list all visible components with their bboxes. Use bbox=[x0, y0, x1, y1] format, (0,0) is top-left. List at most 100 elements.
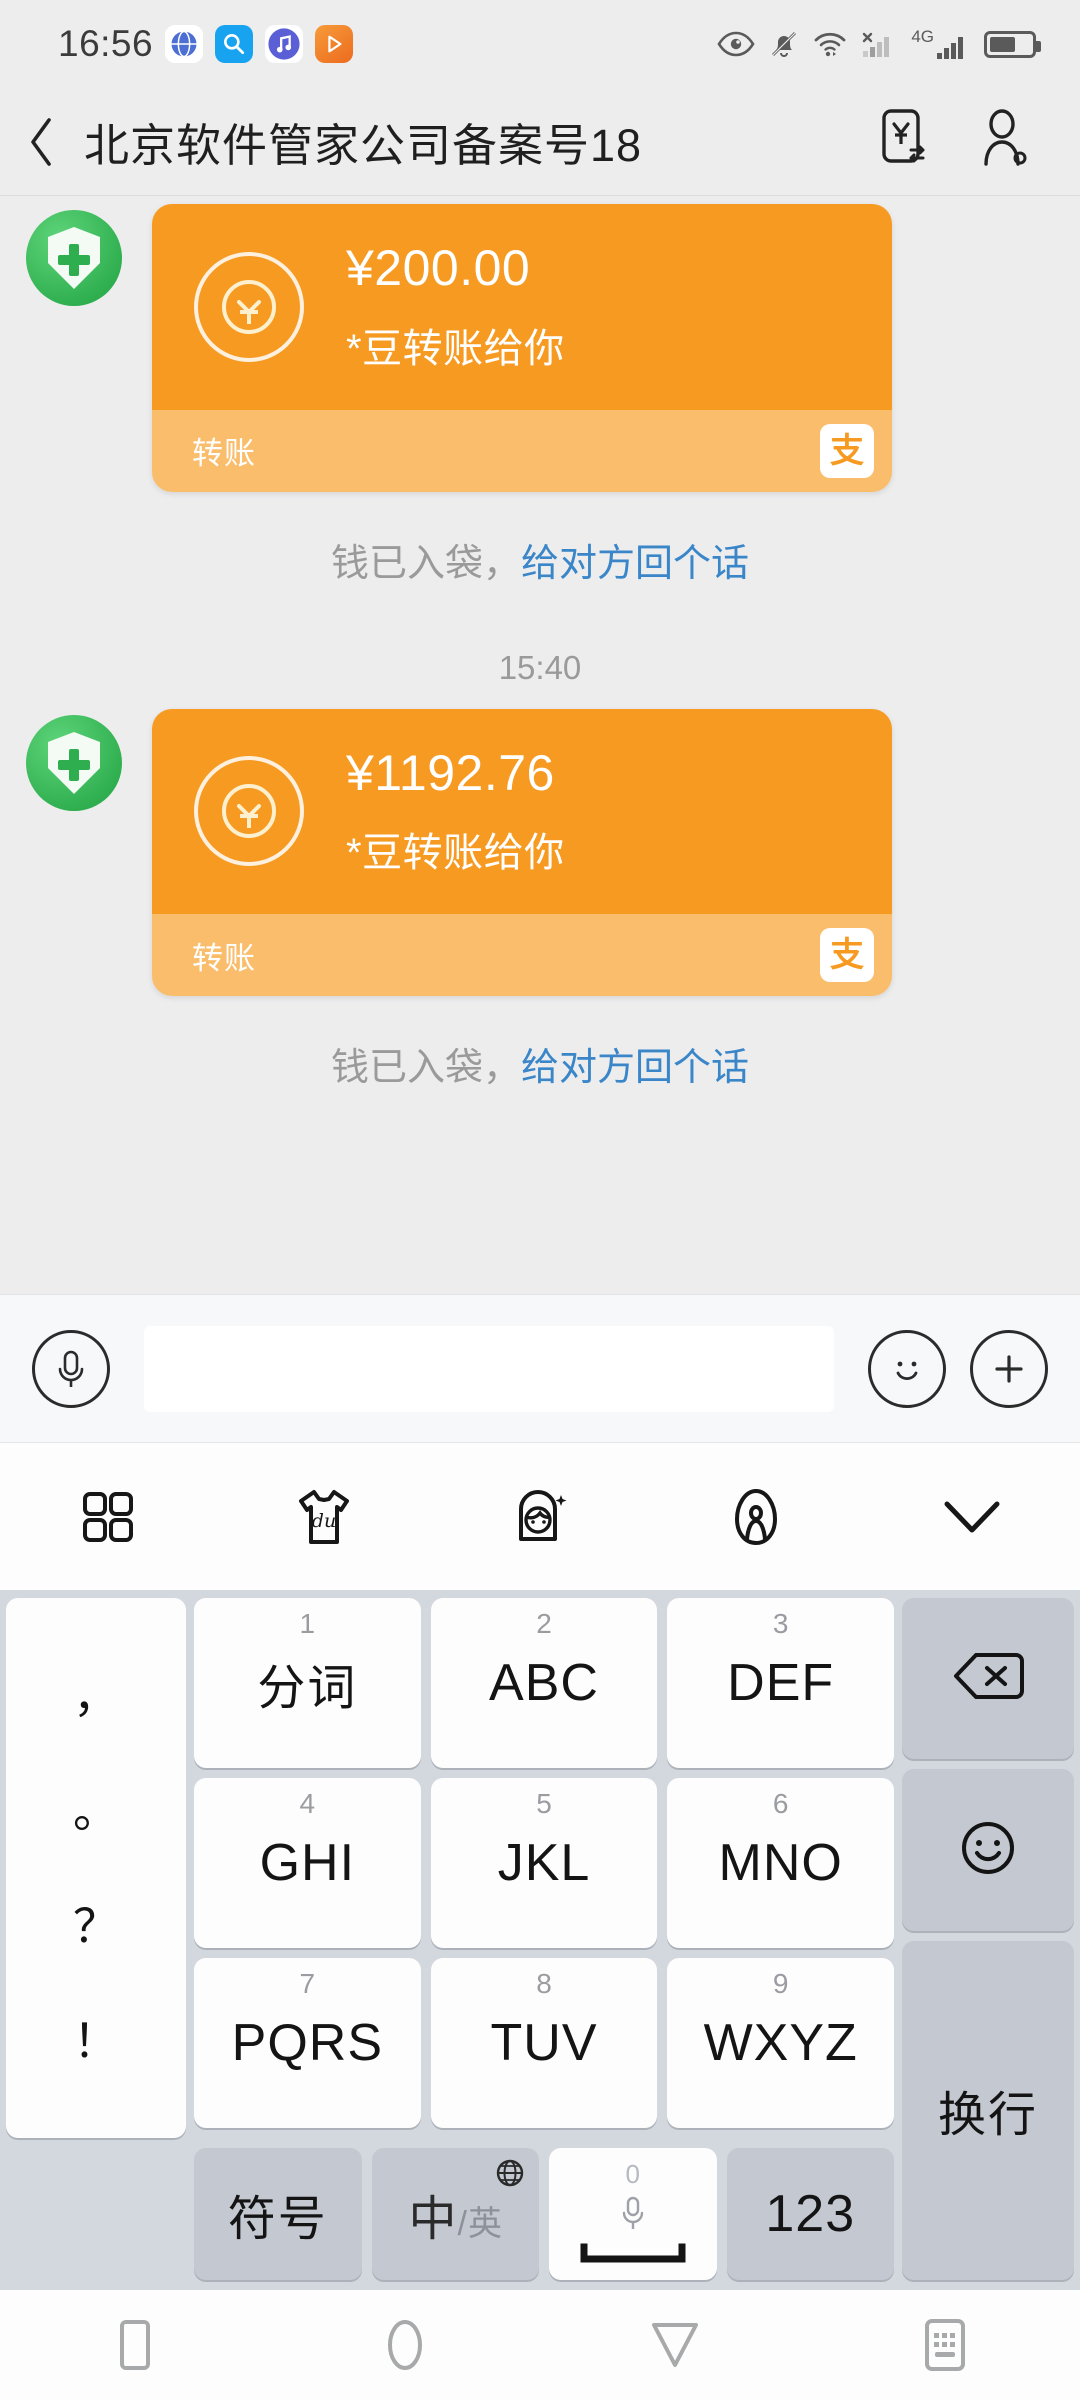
key-6[interactable]: 6 MNO bbox=[667, 1778, 895, 1948]
key-1[interactable]: 1 分词 bbox=[194, 1598, 421, 1768]
status-bar-right: 4G bbox=[717, 27, 1080, 61]
transfer-type-label: 转账 bbox=[192, 940, 256, 976]
key-number: 6 bbox=[772, 1788, 789, 1819]
key-3[interactable]: 3 DEF bbox=[667, 1598, 895, 1768]
language-cn: 中 bbox=[408, 2193, 457, 2246]
microphone-icon bbox=[620, 2196, 646, 2237]
phone-screen: 16:56 4G 北京软件管家公司备案号18 ¥200.00 *豆转账给你 转账… bbox=[0, 0, 1080, 2400]
recents-square-icon[interactable] bbox=[0, 2317, 270, 2373]
green-shield-plus-avatar[interactable] bbox=[26, 210, 122, 306]
punct-period[interactable]: 。 bbox=[73, 1788, 119, 1834]
voice-input-button[interactable] bbox=[32, 1329, 110, 1408]
contact-profile-icon[interactable] bbox=[978, 108, 1028, 175]
alipay-badge-icon: 支 bbox=[820, 423, 874, 478]
language-toggle-key[interactable]: 中 / 英 bbox=[371, 2148, 539, 2280]
globe-icon bbox=[165, 25, 204, 63]
space-key[interactable]: 0 bbox=[549, 2148, 717, 2280]
space-bar-mark bbox=[578, 2243, 688, 2270]
backspace-key[interactable] bbox=[902, 1598, 1074, 1760]
transfer-card[interactable]: ¥1192.76 *豆转账给你 转账 支 bbox=[152, 708, 892, 996]
keyboard-row-3: 7 PQRS 8 TUV 9 WXYZ bbox=[194, 1958, 895, 2128]
globe-icon bbox=[495, 2158, 525, 2193]
key-number: 4 bbox=[299, 1788, 316, 1819]
status-bar-left: 16:56 bbox=[0, 23, 354, 65]
transfer-status-text: 钱已入袋， bbox=[330, 542, 521, 585]
message-text-input[interactable] bbox=[144, 1325, 834, 1412]
key-number: 2 bbox=[536, 1608, 552, 1639]
backspace-icon bbox=[952, 1650, 1024, 1707]
collapse-keyboard-chevron-icon[interactable] bbox=[864, 1496, 1080, 1538]
language-toggle-label: 中 / 英 bbox=[409, 2179, 502, 2249]
punct-comma[interactable]: ， bbox=[73, 1673, 119, 1719]
status-clock: 16:56 bbox=[58, 23, 154, 64]
key-label: TUV bbox=[490, 2014, 598, 2072]
chat-timestamp: 15:40 bbox=[498, 648, 582, 686]
video-icon bbox=[315, 25, 354, 63]
key-4[interactable]: 4 GHI bbox=[194, 1778, 421, 1948]
reply-link[interactable]: 给对方回个话 bbox=[521, 543, 749, 585]
key-label: JKL bbox=[497, 1834, 591, 1892]
transfer-status-line: 钱已入袋，给对方回个话 bbox=[0, 1036, 1080, 1091]
keyboard-icon[interactable] bbox=[810, 2318, 1080, 2372]
key-label: PQRS bbox=[231, 2014, 384, 2072]
sticker-avatar-icon[interactable] bbox=[432, 1487, 648, 1547]
transfer-card-texts: ¥1192.76 *豆转账给你 bbox=[346, 745, 565, 879]
transfer-status-line: 钱已入袋，给对方回个话 bbox=[0, 532, 1080, 587]
back-triangle-icon[interactable] bbox=[540, 2320, 810, 2370]
music-icon bbox=[265, 25, 304, 63]
title-bar-actions bbox=[880, 108, 1080, 175]
green-shield-plus-avatar[interactable] bbox=[26, 714, 122, 811]
emoji-button[interactable] bbox=[868, 1329, 946, 1408]
title-bar: 北京软件管家公司备案号18 bbox=[0, 88, 1080, 196]
message-row: ¥200.00 *豆转账给你 转账 支 bbox=[0, 204, 1080, 492]
transfer-card-body: ¥1192.76 *豆转账给你 bbox=[152, 708, 892, 914]
keyboard-bottom-row: 符号 中 / 英 0 123 bbox=[194, 2148, 894, 2280]
keyboard-right-column: 换行 bbox=[902, 1598, 1074, 2281]
punct-exclaim[interactable]: ！ bbox=[73, 2018, 119, 2064]
search-icon bbox=[215, 25, 254, 63]
keyboard-row-1: 1 分词 2 ABC 3 DEF bbox=[194, 1598, 895, 1768]
key-number: 9 bbox=[772, 1968, 789, 1999]
grid-apps-icon[interactable] bbox=[0, 1490, 216, 1544]
chat-message-list[interactable]: ¥200.00 *豆转账给你 转账 支 钱已入袋，给对方回个话 15:40 ¥1… bbox=[0, 196, 1080, 1294]
language-sep: / bbox=[457, 2205, 467, 2243]
t9-keyboard: ， 。 ？ ！ 1 分词 2 ABC 3 DEF 4 GHI 5 JKL 6 M… bbox=[0, 1590, 1080, 2290]
transfer-card[interactable]: ¥200.00 *豆转账给你 转账 支 bbox=[152, 204, 892, 492]
key-9[interactable]: 9 WXYZ bbox=[667, 1958, 895, 2128]
punct-question[interactable]: ？ bbox=[73, 1903, 119, 1949]
signal-4g-icon: 4G bbox=[911, 27, 970, 61]
du-skin-shirt-icon[interactable]: du bbox=[216, 1487, 432, 1547]
keyboard-row-2: 4 GHI 5 JKL 6 MNO bbox=[194, 1778, 895, 1948]
key-label: MNO bbox=[718, 1834, 843, 1892]
punctuation-key[interactable]: ， 。 ？ ！ bbox=[6, 1598, 186, 2138]
transfer-card-texts: ¥200.00 *豆转账给你 bbox=[346, 240, 565, 374]
keyboard-left-column: ， 。 ？ ！ bbox=[6, 1598, 186, 2280]
symbols-key[interactable]: 符号 bbox=[194, 2148, 362, 2280]
key-label: GHI bbox=[259, 1834, 356, 1892]
more-actions-button[interactable] bbox=[970, 1329, 1048, 1408]
network-type-label: 4G bbox=[911, 27, 934, 46]
key-label: DEF bbox=[727, 1654, 835, 1712]
language-en: 英 bbox=[467, 2205, 502, 2243]
transfer-money-icon[interactable] bbox=[880, 108, 932, 175]
transfer-note: *豆转账给你 bbox=[346, 326, 565, 371]
alipay-badge-icon: 支 bbox=[820, 928, 874, 982]
key-5[interactable]: 5 JKL bbox=[430, 1778, 658, 1948]
back-button[interactable] bbox=[0, 116, 84, 168]
system-navigation-bar bbox=[0, 2290, 1080, 2400]
battery-icon bbox=[984, 30, 1041, 58]
transfer-card-footer: 转账 支 bbox=[152, 914, 892, 996]
home-circle-icon[interactable] bbox=[270, 2316, 540, 2374]
transfer-type-label: 转账 bbox=[192, 436, 256, 471]
key-8[interactable]: 8 TUV bbox=[430, 1958, 658, 2128]
key-2[interactable]: 2 ABC bbox=[430, 1598, 658, 1768]
reply-link[interactable]: 给对方回个话 bbox=[521, 1047, 749, 1089]
newline-key[interactable]: 换行 bbox=[902, 1940, 1074, 2281]
transfer-card-body: ¥200.00 *豆转账给你 bbox=[152, 204, 892, 410]
key-7[interactable]: 7 PQRS bbox=[194, 1958, 421, 2128]
emoji-key[interactable] bbox=[902, 1769, 1074, 1931]
baidu-paw-icon[interactable] bbox=[648, 1487, 864, 1547]
numeric-key[interactable]: 123 bbox=[726, 2148, 894, 2280]
message-input-bar bbox=[0, 1294, 1080, 1442]
yuan-coin-icon bbox=[194, 251, 304, 362]
